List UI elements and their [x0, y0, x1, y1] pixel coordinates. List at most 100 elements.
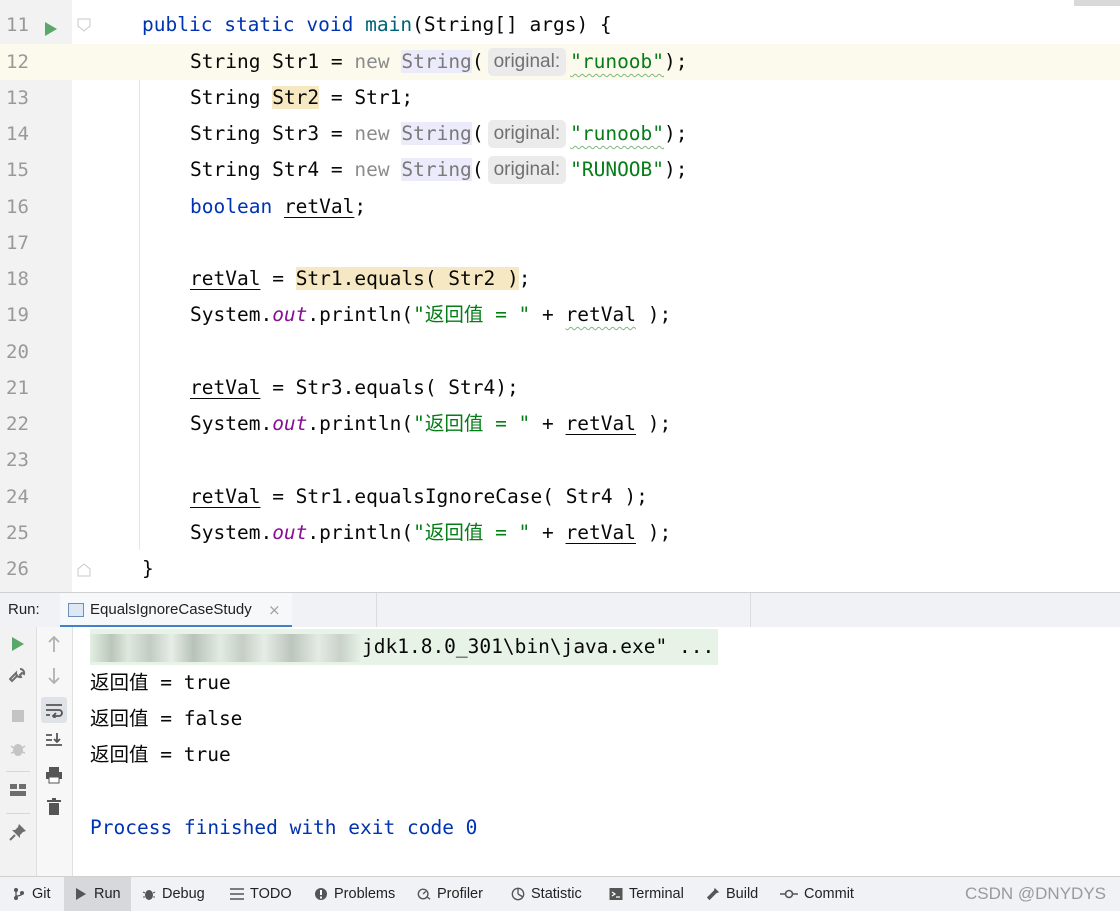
- terminal-icon: [609, 887, 623, 901]
- console-output-line: 返回值 = true: [90, 671, 231, 694]
- console-output[interactable]: jdk1.8.0_301\bin\java.exe" ... 返回值 = tru…: [90, 627, 1110, 876]
- parameter-hint: original:: [487, 120, 567, 148]
- code-text: public static void main(String[] args) {: [142, 13, 612, 36]
- code-text: System.out.println("返回值 = " + retVal );: [190, 303, 672, 326]
- tool-commit[interactable]: Commit: [780, 877, 854, 911]
- watermark: CSDN @DNYDYS: [965, 884, 1106, 903]
- statistic-icon: [511, 887, 525, 901]
- process-exit-message: Process finished with exit code 0: [90, 816, 478, 839]
- pin-icon[interactable]: [7, 821, 29, 843]
- code-line[interactable]: 20: [0, 334, 1120, 370]
- fold-icon[interactable]: [77, 17, 91, 32]
- run-gutter-icon[interactable]: [44, 21, 58, 41]
- debug-bug-icon[interactable]: [7, 738, 29, 760]
- tool-profiler[interactable]: Profiler: [417, 877, 483, 911]
- line-number: 23: [6, 449, 29, 471]
- line-number: 26: [6, 558, 29, 580]
- commit-icon: [780, 887, 798, 901]
- code-text: }: [142, 557, 154, 580]
- run-toolbar-secondary: [37, 627, 73, 876]
- code-line[interactable]: 21 retVal = Str3.equals( Str4);: [0, 370, 1120, 406]
- code-editor[interactable]: 11 public static void main(String[] args…: [0, 0, 1120, 592]
- line-number: 22: [6, 413, 29, 435]
- code-line[interactable]: 15 String Str4 = new String(original: "RU…: [0, 152, 1120, 188]
- run-tool-window: jdk1.8.0_301\bin\java.exe" ... 返回值 = tru…: [0, 627, 1120, 876]
- run-label: Run:: [8, 601, 40, 618]
- header-divider: [376, 593, 377, 627]
- code-text: String Str2 = Str1;: [190, 86, 414, 109]
- line-number: 17: [6, 232, 29, 254]
- parameter-hint: original:: [487, 156, 567, 184]
- line-number: 20: [6, 341, 29, 363]
- run-config-tab[interactable]: EqualsIgnoreCaseStudy ×: [60, 593, 292, 628]
- debug-icon: [142, 887, 156, 901]
- tool-statistic[interactable]: Statistic: [511, 877, 582, 911]
- code-line[interactable]: 11 public static void main(String[] args…: [0, 7, 1120, 43]
- code-line[interactable]: 17: [0, 225, 1120, 261]
- tool-terminal[interactable]: Terminal: [609, 877, 684, 911]
- trash-icon[interactable]: [43, 796, 65, 818]
- parameter-hint: original:: [487, 48, 567, 76]
- code-text: System.out.println("返回值 = " + retVal );: [190, 412, 672, 435]
- code-text: System.out.println("返回值 = " + retVal );: [190, 521, 672, 544]
- tool-run[interactable]: Run: [64, 877, 131, 911]
- code-line[interactable]: 25 System.out.println("返回值 = " + retVal …: [0, 515, 1120, 551]
- code-text: String Str1 = new String(original: "runoo…: [190, 44, 688, 80]
- code-text: retVal = Str1.equals( Str2 );: [190, 267, 531, 290]
- layout-icon[interactable]: [7, 779, 29, 801]
- line-number: 12: [6, 51, 29, 73]
- console-command-line: jdk1.8.0_301\bin\java.exe" ...: [90, 629, 719, 665]
- tool-git[interactable]: Git: [12, 877, 51, 911]
- code-line[interactable]: 14 String Str3 = new String(original: "ru…: [0, 116, 1120, 152]
- run-toolbar-primary: [0, 627, 37, 876]
- code-line-current[interactable]: 12 String Str1 = new String(original: "ru…: [0, 44, 1120, 80]
- close-icon[interactable]: ×: [268, 593, 281, 627]
- header-divider: [750, 593, 751, 627]
- line-number: 16: [6, 196, 29, 218]
- build-icon: [706, 887, 720, 901]
- problems-icon: [314, 887, 328, 901]
- line-number: 24: [6, 486, 29, 508]
- line-number: 25: [6, 522, 29, 544]
- wrench-icon[interactable]: [7, 665, 29, 687]
- tool-debug[interactable]: Debug: [142, 877, 205, 911]
- console-tab-icon: [68, 603, 84, 617]
- code-line[interactable]: 23: [0, 442, 1120, 478]
- redacted-path: [90, 633, 362, 662]
- rerun-icon[interactable]: [7, 633, 29, 655]
- code-text: String Str4 = new String(original: "RUNOO…: [190, 152, 688, 188]
- code-text: boolean retVal;: [190, 195, 367, 218]
- profiler-icon: [417, 887, 431, 901]
- editor-top-strip: [1074, 0, 1120, 6]
- tool-todo[interactable]: TODO: [230, 877, 292, 911]
- fold-icon[interactable]: [77, 562, 91, 577]
- soft-wrap-icon[interactable]: [41, 697, 67, 723]
- stop-icon[interactable]: [7, 705, 29, 727]
- code-line[interactable]: 19 System.out.println("返回值 = " + retVal …: [0, 297, 1120, 333]
- code-line[interactable]: 16 boolean retVal;: [0, 189, 1120, 225]
- code-line[interactable]: 22 System.out.println("返回值 = " + retVal …: [0, 406, 1120, 442]
- git-icon: [12, 887, 26, 901]
- up-arrow-icon[interactable]: [43, 633, 65, 655]
- code-line[interactable]: 18 retVal = Str1.equals( Str2 );: [0, 261, 1120, 297]
- console-output-line: 返回值 = false: [90, 707, 243, 730]
- todo-icon: [230, 887, 244, 901]
- code-line[interactable]: 13 String Str2 = Str1;: [0, 80, 1120, 116]
- line-number: 21: [6, 377, 29, 399]
- code-text: retVal = Str3.equals( Str4);: [190, 376, 519, 399]
- tool-problems[interactable]: Problems: [314, 877, 395, 911]
- line-number: 18: [6, 268, 29, 290]
- toolbar-separator: [6, 771, 30, 772]
- console-output-line: 返回值 = true: [90, 743, 231, 766]
- line-number: 19: [6, 304, 29, 326]
- print-icon[interactable]: [43, 764, 65, 786]
- run-tab-label: EqualsIgnoreCaseStudy: [90, 601, 252, 618]
- tool-build[interactable]: Build: [706, 877, 758, 911]
- code-line[interactable]: 24 retVal = Str1.equalsIgnoreCase( Str4 …: [0, 479, 1120, 515]
- scroll-to-end-icon[interactable]: [43, 730, 65, 752]
- down-arrow-icon[interactable]: [43, 665, 65, 687]
- line-number: 13: [6, 87, 29, 109]
- toolbar-separator: [6, 813, 30, 814]
- code-line[interactable]: 26 }: [0, 551, 1120, 587]
- code-text: String Str3 = new String(original: "runoo…: [190, 116, 688, 152]
